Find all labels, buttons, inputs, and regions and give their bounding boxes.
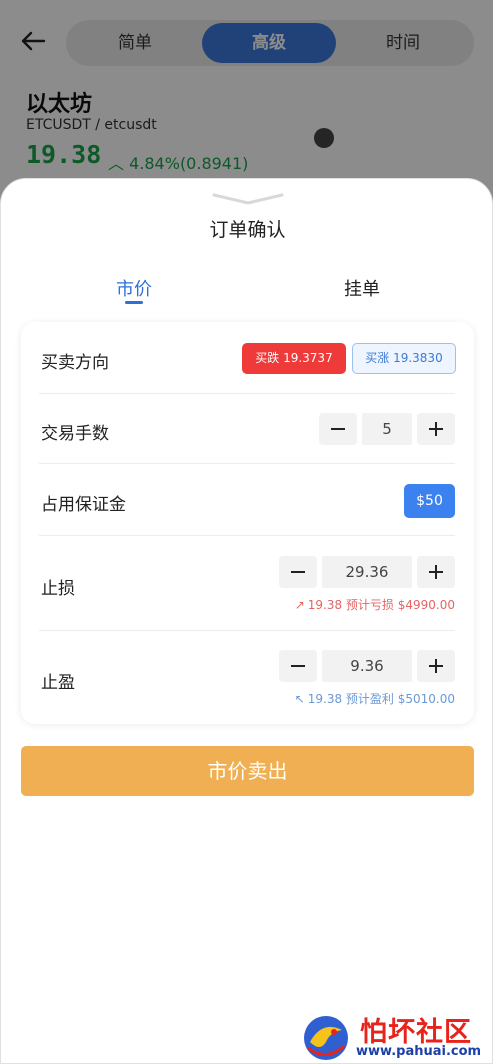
take-profit-input[interactable]: 9.36 xyxy=(322,650,412,682)
divider xyxy=(39,393,455,394)
lots-plus-button[interactable] xyxy=(417,413,455,445)
arrow-up-right-icon: ↗ xyxy=(294,598,305,612)
watermark-url: www.pahuai.com xyxy=(356,1044,482,1059)
fish-logo-icon xyxy=(304,1016,348,1060)
lots-value[interactable]: 5 xyxy=(362,413,412,445)
minus-icon xyxy=(291,665,305,667)
direction-label: 买卖方向 xyxy=(41,353,109,373)
stop-loss-hint-text: 19.38 预计亏损 $4990.00 xyxy=(307,598,455,612)
take-profit-plus-button[interactable] xyxy=(417,650,455,682)
margin-label: 占用保证金 xyxy=(41,495,126,515)
stop-loss-input[interactable]: 29.36 xyxy=(322,556,412,588)
buy-button[interactable]: 买涨 19.3830 xyxy=(352,343,456,374)
margin-value-badge: $50 xyxy=(404,484,455,518)
stop-loss-label: 止损 xyxy=(41,579,75,599)
tab-limit-order[interactable]: 挂单 xyxy=(319,275,405,301)
divider xyxy=(39,463,455,464)
chevron-down-icon[interactable] xyxy=(210,191,286,207)
arrow-up-left-icon: ↖ xyxy=(294,692,305,706)
lots-label: 交易手数 xyxy=(41,424,109,444)
take-profit-label: 止盈 xyxy=(41,673,75,693)
minus-icon xyxy=(331,428,345,430)
take-profit-hint: ↖ 19.38 预计盈利 $5010.00 xyxy=(289,690,455,707)
take-profit-hint-text: 19.38 预计盈利 $5010.00 xyxy=(307,692,455,706)
watermark: 怕坏社区 www.pahuai.com xyxy=(296,1008,493,1064)
minus-icon xyxy=(291,571,305,573)
market-sell-button[interactable]: 市价卖出 xyxy=(21,746,474,796)
divider xyxy=(39,630,455,631)
tab-market[interactable]: 市价 xyxy=(91,275,177,301)
take-profit-minus-button[interactable] xyxy=(279,650,317,682)
tab-underline xyxy=(125,301,143,304)
lots-minus-button[interactable] xyxy=(319,413,357,445)
sheet-title: 订单确认 xyxy=(209,219,286,241)
stop-loss-plus-button[interactable] xyxy=(417,556,455,588)
stop-loss-minus-button[interactable] xyxy=(279,556,317,588)
stop-loss-hint: ↗ 19.38 预计亏损 $4990.00 xyxy=(289,596,455,613)
divider xyxy=(39,535,455,536)
sell-button[interactable]: 买跌 19.3737 xyxy=(242,343,346,374)
order-confirm-sheet: 订单确认 市价 挂单 买卖方向 买跌 19.3737 买涨 19.3830 交易… xyxy=(0,178,493,1064)
order-form-card: 买卖方向 买跌 19.3737 买涨 19.3830 交易手数 5 占用保证金 … xyxy=(21,322,474,724)
